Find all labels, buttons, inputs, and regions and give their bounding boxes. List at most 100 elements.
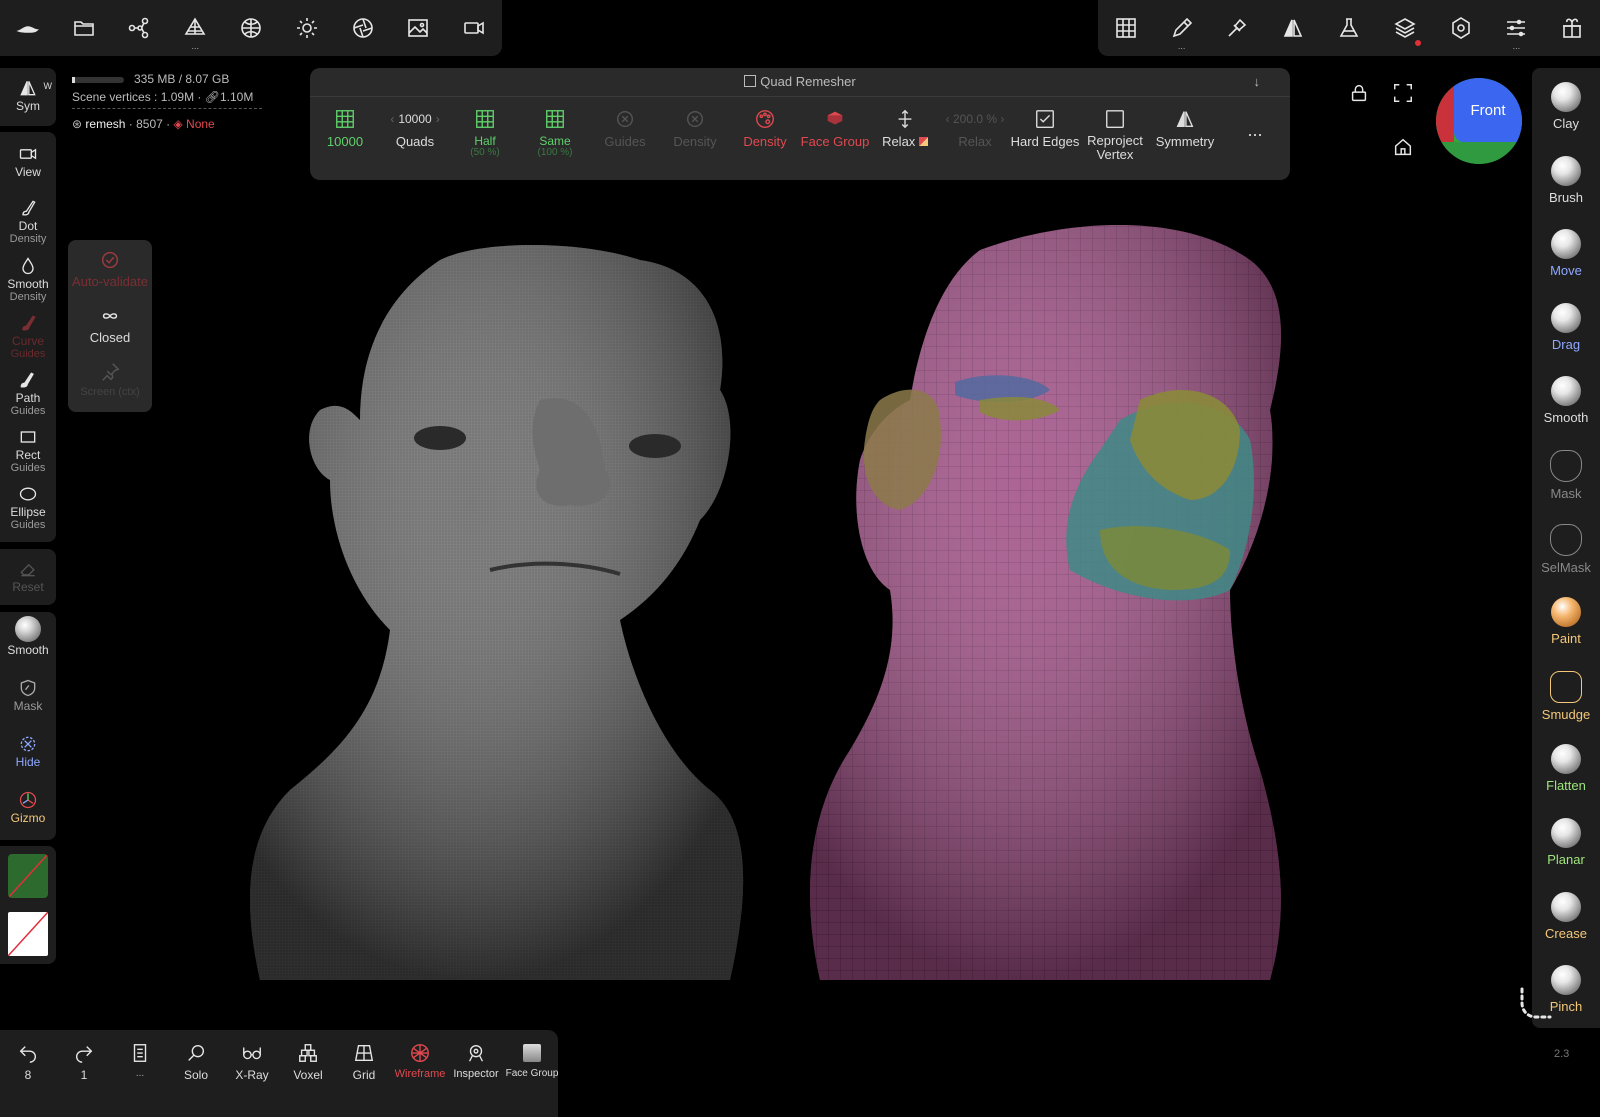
scene-graph-icon[interactable] xyxy=(112,0,168,56)
sym-button[interactable]: W Sym xyxy=(0,74,56,132)
material-name[interactable]: None xyxy=(186,117,215,131)
undo-button[interactable]: 8 xyxy=(0,1038,56,1082)
solo-button[interactable]: Solo xyxy=(168,1038,224,1082)
search-icon xyxy=(188,1044,205,1061)
home-icon[interactable] xyxy=(1392,136,1414,163)
quads-decrease-icon[interactable]: ‹ xyxy=(390,112,394,126)
paint-brush-icon xyxy=(1551,597,1581,628)
planar-brush-button[interactable]: Planar xyxy=(1532,810,1600,882)
reproject-vertex-checkbox[interactable]: Reproject Vertex xyxy=(1080,104,1150,162)
primary-color-swatch[interactable] xyxy=(8,854,48,898)
curve-label: Curve xyxy=(11,334,44,348)
hide-button[interactable]: Hide xyxy=(0,730,56,788)
inspector-button[interactable]: Inspector xyxy=(448,1038,504,1080)
folder-icon[interactable] xyxy=(56,0,112,56)
smudge-brush-button[interactable]: Smudge xyxy=(1532,663,1600,735)
quads-slider[interactable]: ‹ 10000 › Quads xyxy=(380,104,450,149)
view-cube[interactable]: Front xyxy=(1436,78,1522,164)
flatten-brush-label: Flatten xyxy=(1546,778,1586,794)
smooth-button[interactable]: Smooth xyxy=(0,616,56,676)
symmetry-button[interactable]: Symmetry xyxy=(1150,104,1220,149)
quad-remeshed-model[interactable] xyxy=(810,225,1282,980)
wireframe-button[interactable]: Wireframe xyxy=(392,1038,448,1080)
voxel-button[interactable]: Voxel xyxy=(280,1038,336,1082)
paint-brush-button[interactable]: Paint xyxy=(1532,589,1600,661)
eraser-icon xyxy=(20,563,35,577)
brush-brush-button[interactable]: Brush xyxy=(1532,148,1600,220)
settings-icon[interactable] xyxy=(1433,0,1489,56)
lasso-handle-icon[interactable] xyxy=(1516,985,1556,1025)
flatten-brush-icon xyxy=(1551,744,1581,775)
fullscreen-icon[interactable] xyxy=(1392,82,1414,109)
target-count-button[interactable]: 10000 xyxy=(310,104,380,149)
clay-brush-button[interactable]: Clay xyxy=(1532,74,1600,146)
brush-stroke-icon[interactable]: ... xyxy=(1154,0,1210,56)
sym-label: Sym xyxy=(16,99,40,113)
curve-guides-button[interactable]: Curve Guides xyxy=(0,309,56,367)
mask-button[interactable]: Mask xyxy=(0,674,56,732)
smooth-density-button[interactable]: Smooth Density xyxy=(0,252,56,310)
half-button[interactable]: Half (50 %) xyxy=(450,104,520,158)
3d-viewport[interactable] xyxy=(60,190,1530,1020)
sliders-icon[interactable]: ... xyxy=(1488,0,1544,56)
guides-button[interactable]: Guides xyxy=(590,104,660,149)
move-brush-button[interactable]: Move xyxy=(1532,221,1600,293)
lock-icon[interactable] xyxy=(1348,82,1370,109)
xray-button[interactable]: X-Ray xyxy=(224,1038,280,1082)
relax-increase-icon[interactable]: › xyxy=(1000,112,1004,126)
view-button[interactable]: View xyxy=(0,140,56,198)
grid-button[interactable]: Grid xyxy=(336,1038,392,1082)
gift-icon[interactable] xyxy=(1544,0,1600,56)
symmetry-icon[interactable] xyxy=(1265,0,1321,56)
view-label: View xyxy=(15,165,41,179)
smooth-brush-button[interactable]: Smooth xyxy=(1532,368,1600,440)
face-group-view-button[interactable]: Face Group xyxy=(504,1038,560,1079)
gizmo-button[interactable]: Gizmo xyxy=(0,786,56,844)
move-brush-icon xyxy=(1551,229,1581,260)
history-button[interactable]: ... xyxy=(112,1038,168,1079)
mask-brush-button[interactable]: Mask xyxy=(1532,442,1600,514)
collapse-arrow-icon[interactable]: ↓ xyxy=(1254,68,1261,96)
camera-icon[interactable] xyxy=(446,0,502,56)
topology-icon[interactable]: ... xyxy=(167,0,223,56)
relax-toggle[interactable]: Relax xyxy=(870,104,940,149)
drag-brush-button[interactable]: Drag xyxy=(1532,295,1600,367)
remesher-header[interactable]: Quad Remesher ↓ xyxy=(310,68,1290,97)
planar-brush-label: Planar xyxy=(1547,852,1585,867)
secondary-color-swatch[interactable] xyxy=(8,912,48,956)
flatten-brush-button[interactable]: Flatten xyxy=(1532,736,1600,808)
density-clear-button[interactable]: Density xyxy=(660,104,730,149)
same-button[interactable]: Same (100 %) xyxy=(520,104,590,158)
layers-icon[interactable] xyxy=(1377,0,1433,56)
smudge-brush-label: Smudge xyxy=(1541,706,1591,722)
density-button[interactable]: Density xyxy=(730,104,800,149)
sculpt-app-icon[interactable] xyxy=(0,0,56,56)
hard-edges-checkbox[interactable]: Hard Edges xyxy=(1010,104,1080,149)
curve-brush-icon xyxy=(22,315,36,331)
wireframe-head-model[interactable] xyxy=(250,245,744,980)
crease-brush-button[interactable]: Crease xyxy=(1532,884,1600,956)
palette-icon xyxy=(756,110,774,128)
path-guides-button[interactable]: Path Guides xyxy=(0,366,56,424)
relax-decrease-icon[interactable]: ‹ xyxy=(946,112,950,126)
light-icon[interactable] xyxy=(279,0,335,56)
picker-icon[interactable] xyxy=(1210,0,1266,56)
flask-icon[interactable] xyxy=(1321,0,1377,56)
face-group-button[interactable]: Face Group xyxy=(800,104,870,149)
reset-button[interactable]: Reset xyxy=(0,555,56,613)
mesh-name[interactable]: remesh xyxy=(85,117,125,131)
redo-button[interactable]: 1 xyxy=(56,1038,112,1082)
relax-strength-slider[interactable]: ‹ 200.0 % › Relax xyxy=(940,104,1010,149)
material-icon[interactable] xyxy=(223,0,279,56)
rect-guides-button[interactable]: Rect Guides xyxy=(0,423,56,481)
post-process-icon[interactable] xyxy=(335,0,391,56)
more-options-button[interactable]: ... xyxy=(1220,120,1290,141)
remesh-grid-icon[interactable] xyxy=(1098,0,1154,56)
quads-increase-icon[interactable]: › xyxy=(436,112,440,126)
memory-usage: 335 MB / 8.07 GB xyxy=(134,72,230,86)
background-icon[interactable] xyxy=(390,0,446,56)
brush-brush-label: Brush xyxy=(1549,189,1583,205)
selmask-brush-button[interactable]: SelMask xyxy=(1532,516,1600,588)
ellipse-guides-button[interactable]: Ellipse Guides xyxy=(0,480,56,538)
dot-density-button[interactable]: Dot Density xyxy=(0,194,56,252)
